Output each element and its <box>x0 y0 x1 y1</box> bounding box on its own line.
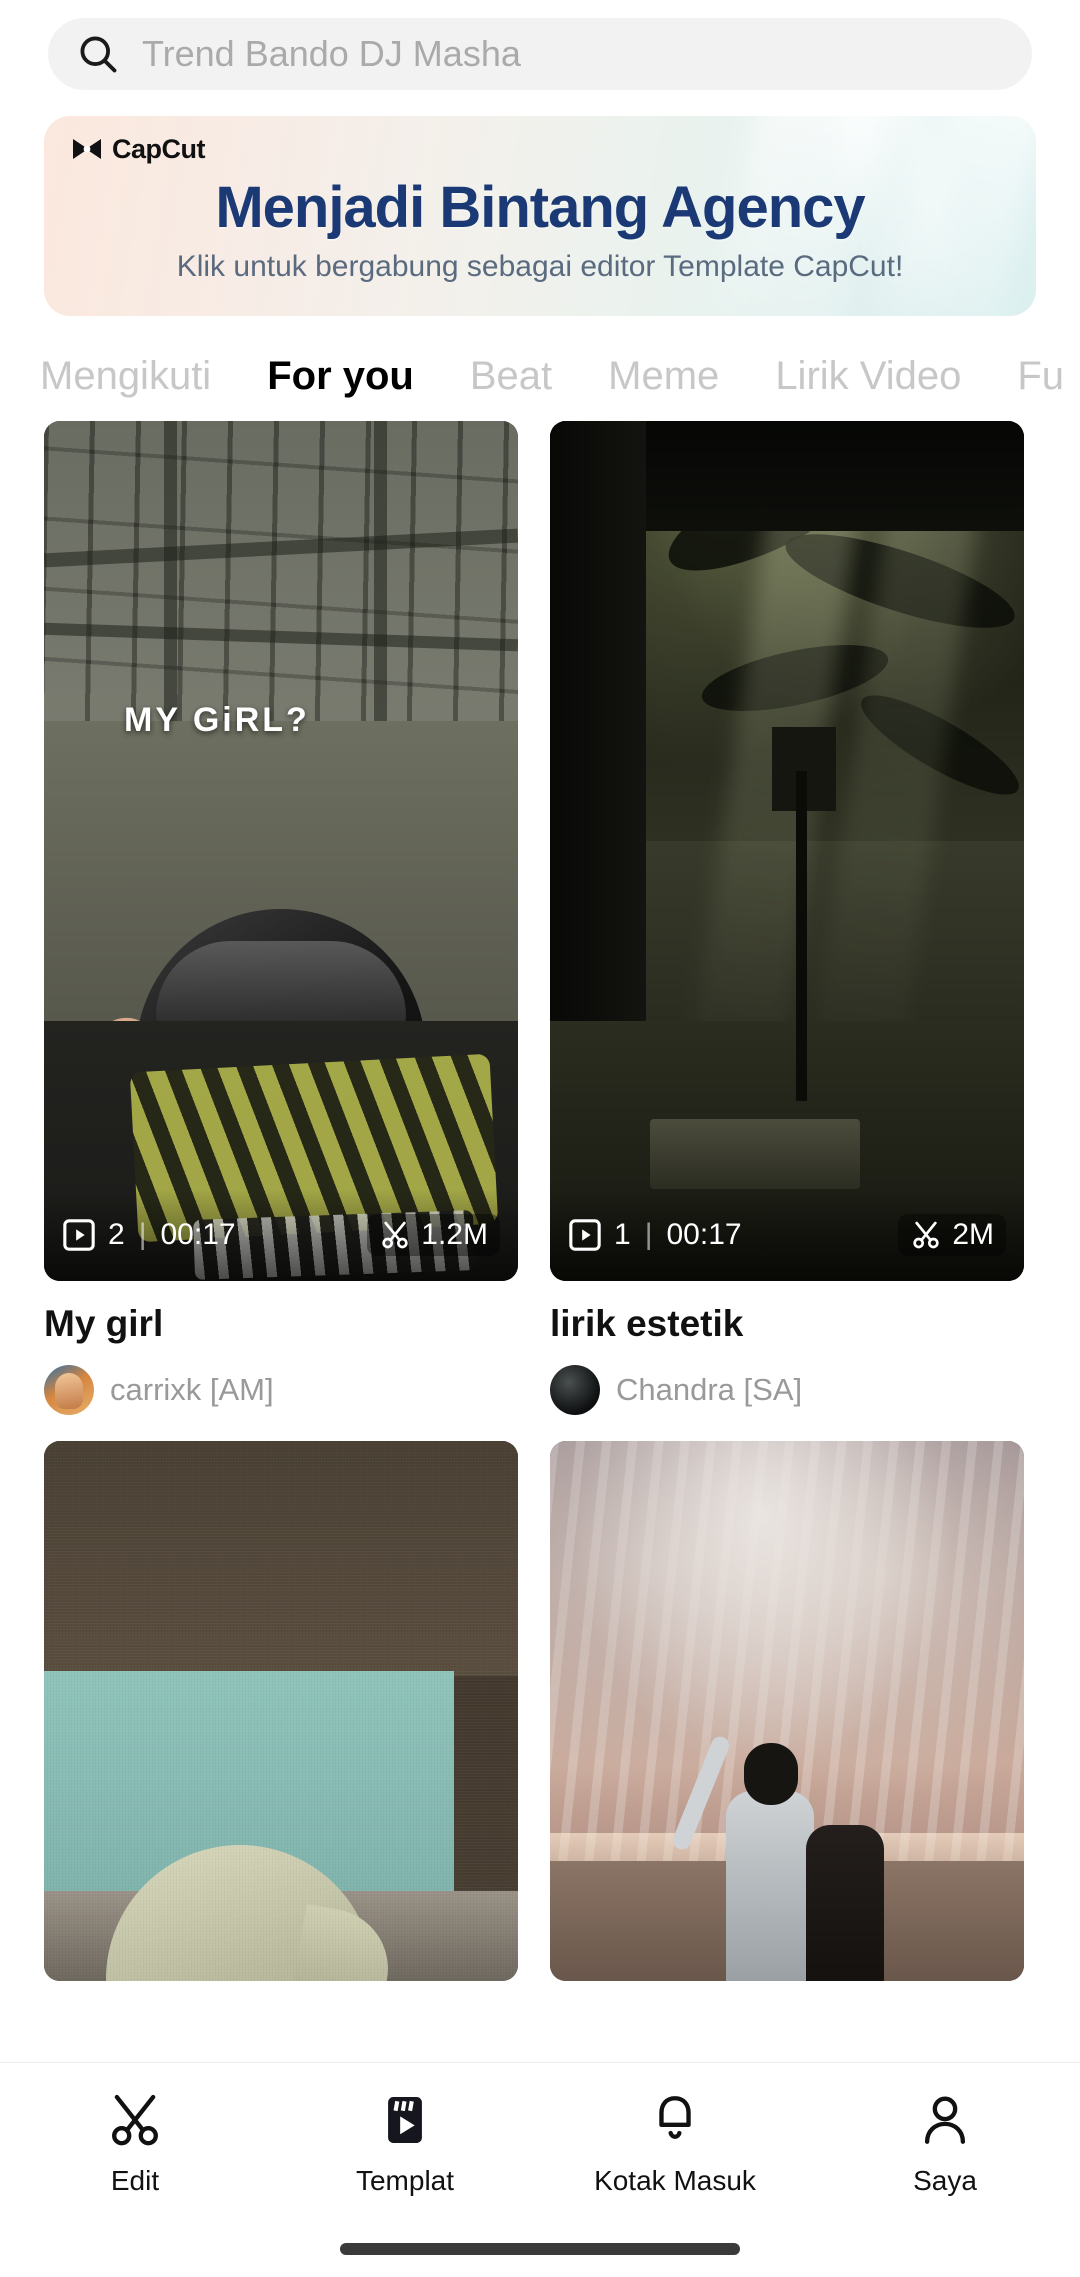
template-card[interactable] <box>550 1441 1024 1981</box>
thumbnail-image <box>550 421 1024 1281</box>
nav-label-saya: Saya <box>913 2165 977 2196</box>
avatar <box>44 1365 94 1415</box>
nav-item-edit[interactable]: Edit <box>0 2091 270 2197</box>
meta-separator: | <box>644 1218 653 1251</box>
nav-label-edit: Edit <box>110 2165 160 2196</box>
clip-info: 1 | 00:17 <box>568 1218 742 1252</box>
nav-label-templat: Templat <box>355 2165 455 2196</box>
author-name: Chandra [SA] <box>616 1372 803 1407</box>
person-icon <box>924 2096 966 2144</box>
nav-label-kotak-masuk: Kotak Masuk <box>594 2165 756 2196</box>
template-title: My girl <box>44 1303 164 1344</box>
template-author[interactable]: Chandra [SA] <box>550 1365 1024 1415</box>
scissors-icon <box>382 1221 408 1249</box>
thumbnail-overlay-text: MY GiRL? <box>124 701 310 739</box>
promo-banner-section: CapCut Menjadi Bintang Agency Klik untuk… <box>0 90 1080 316</box>
template-author[interactable]: carrixk [AM] <box>44 1365 518 1415</box>
template-card[interactable]: 1 | 00:17 2M lirik estetik Chandra [SA] <box>550 421 1024 1415</box>
tab-mengikuti[interactable]: Mengikuti <box>40 354 211 399</box>
scissors-icon <box>112 2094 158 2146</box>
promo-banner[interactable]: CapCut Menjadi Bintang Agency Klik untuk… <box>44 116 1036 316</box>
usage-count-badge: 2M <box>898 1214 1006 1256</box>
duration: 00:17 <box>160 1218 236 1251</box>
thumbnail-meta: 2 | 00:17 1.2M <box>44 1189 518 1281</box>
nav-item-kotak-masuk[interactable]: Kotak Masuk <box>540 2091 810 2197</box>
capcut-brand: CapCut <box>70 134 206 165</box>
home-indicator <box>340 2243 740 2255</box>
feed-row: MY GiRL? 2 | 00:17 1.2M My girl carrixk … <box>44 421 1036 1415</box>
duration: 00:17 <box>666 1218 742 1251</box>
author-name: carrixk [AM] <box>110 1372 274 1407</box>
nav-item-saya[interactable]: Saya <box>810 2091 1080 2197</box>
tab-fun[interactable]: Fu <box>1017 354 1064 399</box>
usage-count: 2M <box>952 1218 994 1251</box>
thumbnail-image <box>44 1441 518 1981</box>
meta-separator: | <box>138 1218 147 1251</box>
search-bar[interactable] <box>48 18 1032 90</box>
tab-lirik-video[interactable]: Lirik Video <box>775 354 961 399</box>
tab-beat[interactable]: Beat <box>470 354 552 399</box>
usage-count-badge: 1.2M <box>367 1214 500 1256</box>
template-thumbnail[interactable] <box>44 1441 518 1981</box>
feed-row <box>44 1441 1036 1981</box>
play-box-icon <box>569 1219 601 1251</box>
banner-title: Menjadi Bintang Agency <box>215 175 865 240</box>
thumbnail-image <box>44 421 518 1281</box>
tab-for-you[interactable]: For you <box>267 354 414 399</box>
template-thumbnail[interactable] <box>550 1441 1024 1981</box>
search-icon <box>80 36 117 73</box>
clip-count: 1 <box>614 1218 631 1251</box>
template-card[interactable]: MY GiRL? 2 | 00:17 1.2M My girl carrixk … <box>44 421 518 1415</box>
tab-meme[interactable]: Meme <box>608 354 719 399</box>
template-thumbnail[interactable]: MY GiRL? 2 | 00:17 1.2M <box>44 421 518 1281</box>
play-box-icon <box>63 1219 95 1251</box>
clip-count: 2 <box>108 1218 125 1251</box>
template-card-icon <box>388 2097 422 2143</box>
category-tabs: Mengikuti For you Beat Meme Lirik Video … <box>0 316 1080 399</box>
usage-count: 1.2M <box>421 1218 488 1251</box>
clip-info: 2 | 00:17 <box>62 1218 236 1252</box>
capcut-logo-icon <box>73 138 101 159</box>
banner-subtitle: Klik untuk bergabung sebagai editor Temp… <box>176 250 904 283</box>
avatar <box>550 1365 600 1415</box>
template-title: lirik estetik <box>550 1303 744 1344</box>
bell-icon <box>659 2096 691 2139</box>
search-input[interactable] <box>142 33 1004 75</box>
template-feed: MY GiRL? 2 | 00:17 1.2M My girl carrixk … <box>0 399 1080 1981</box>
scissors-icon <box>913 1221 939 1249</box>
template-card[interactable] <box>44 1441 518 1981</box>
template-thumbnail[interactable]: 1 | 00:17 2M <box>550 421 1024 1281</box>
thumbnail-meta: 1 | 00:17 2M <box>550 1189 1024 1281</box>
nav-item-templat[interactable]: Templat <box>270 2091 540 2197</box>
search-section <box>0 0 1080 90</box>
bottom-navigation: Edit Templat Kotak Masuk Saya <box>0 2062 1080 2277</box>
capcut-brand-label: CapCut <box>112 134 206 164</box>
thumbnail-image <box>550 1441 1024 1981</box>
